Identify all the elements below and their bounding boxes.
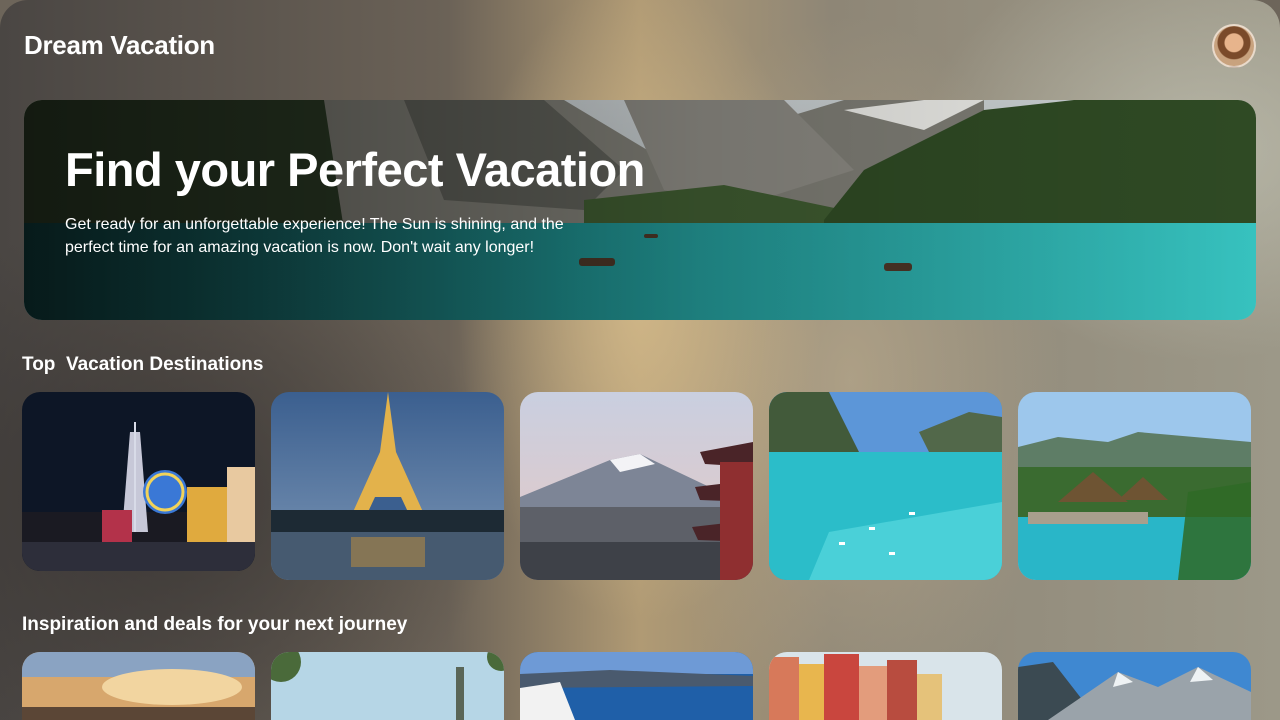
- mountain-peaks-photo: [1018, 652, 1251, 720]
- destination-card[interactable]: [271, 392, 504, 580]
- app-title: Dream Vacation: [24, 30, 215, 60]
- destination-card[interactable]: [1018, 392, 1251, 580]
- tropical-bay-boats-photo: [769, 392, 1002, 580]
- mount-fuji-pagoda-photo: [520, 392, 753, 580]
- las-vegas-night-photo: [22, 392, 255, 571]
- inspiration-card[interactable]: [22, 652, 255, 720]
- user-avatar[interactable]: [1212, 24, 1256, 68]
- inspiration-card[interactable]: [769, 652, 1002, 720]
- destination-card[interactable]: [22, 392, 255, 571]
- hero-description: Get ready for an unforgettable experienc…: [65, 216, 564, 256]
- inspiration-card[interactable]: [271, 652, 504, 720]
- destination-card[interactable]: [520, 392, 753, 580]
- inspiration-card[interactable]: [520, 652, 753, 720]
- santorini-sea-photo: [520, 652, 753, 720]
- top-destinations-title: Top Vacation Destinations: [22, 354, 264, 375]
- eiffel-tower-photo: [271, 392, 504, 580]
- inspiration-title: Inspiration and deals for your next jour…: [22, 614, 408, 635]
- destination-card[interactable]: [769, 392, 1002, 580]
- alpine-lake-photo: [24, 100, 1256, 320]
- hero-banner[interactable]: Find your Perfect Vacation Get ready for…: [24, 100, 1256, 320]
- resort-pool-palms-photo: [1018, 392, 1251, 580]
- sunset-clouds-photo: [22, 652, 255, 720]
- cinque-terre-houses-photo: [769, 652, 1002, 720]
- hero-title: Find your Perfect Vacation: [65, 143, 645, 196]
- palm-tower-photo: [271, 652, 504, 720]
- app-window: Dream Vacation Find your Perfect Vacatio…: [0, 0, 1280, 720]
- inspiration-card[interactable]: [1018, 652, 1251, 720]
